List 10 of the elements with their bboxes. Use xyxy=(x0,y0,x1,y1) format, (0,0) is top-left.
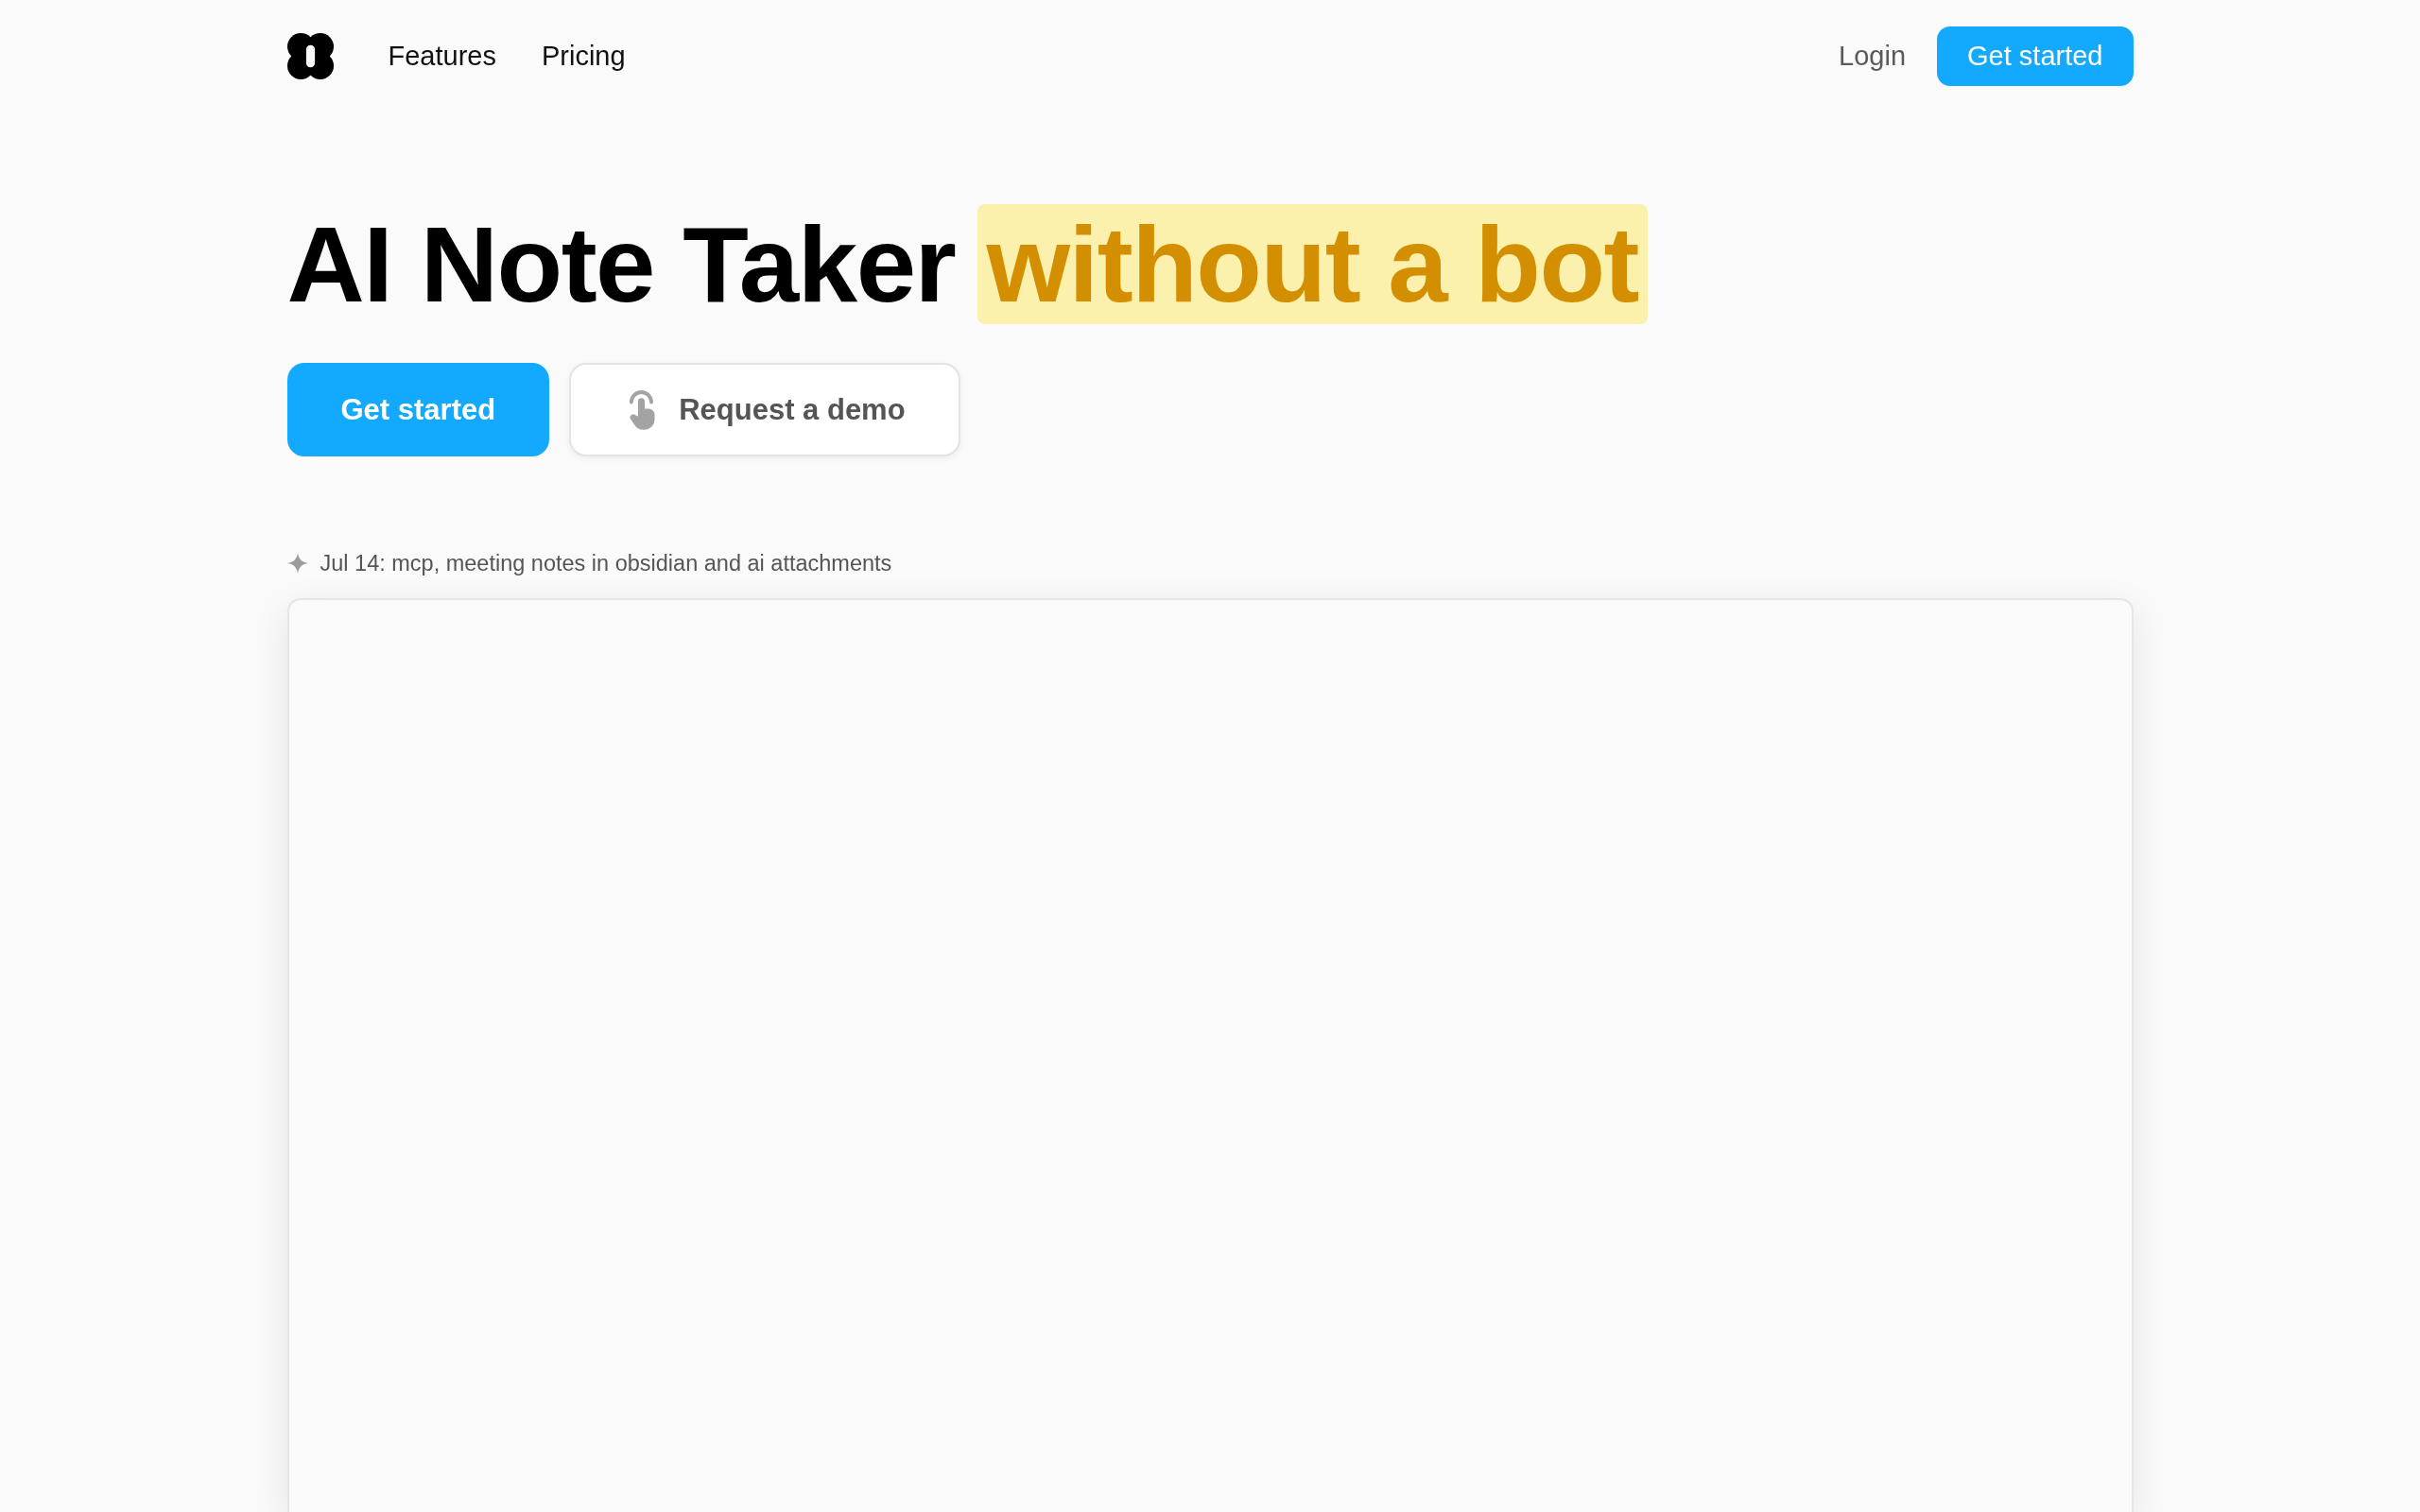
sparkle-icon xyxy=(286,553,308,575)
request-demo-button[interactable]: Request a demo xyxy=(569,363,960,456)
highlighted-title: without a bot xyxy=(977,204,1649,324)
hero-title: AI Note Taker xyxy=(286,204,956,324)
logo-icon[interactable] xyxy=(286,33,334,79)
nav-link[interactable]: Features xyxy=(388,40,496,73)
tap-hand-icon xyxy=(628,389,658,430)
nav-link[interactable]: Pricing xyxy=(541,40,626,73)
login-link[interactable]: Login xyxy=(1839,40,1907,73)
announcement-link[interactable]: Jul 14: mcp, meeting notes in obsidian and ai attachments xyxy=(320,550,892,577)
